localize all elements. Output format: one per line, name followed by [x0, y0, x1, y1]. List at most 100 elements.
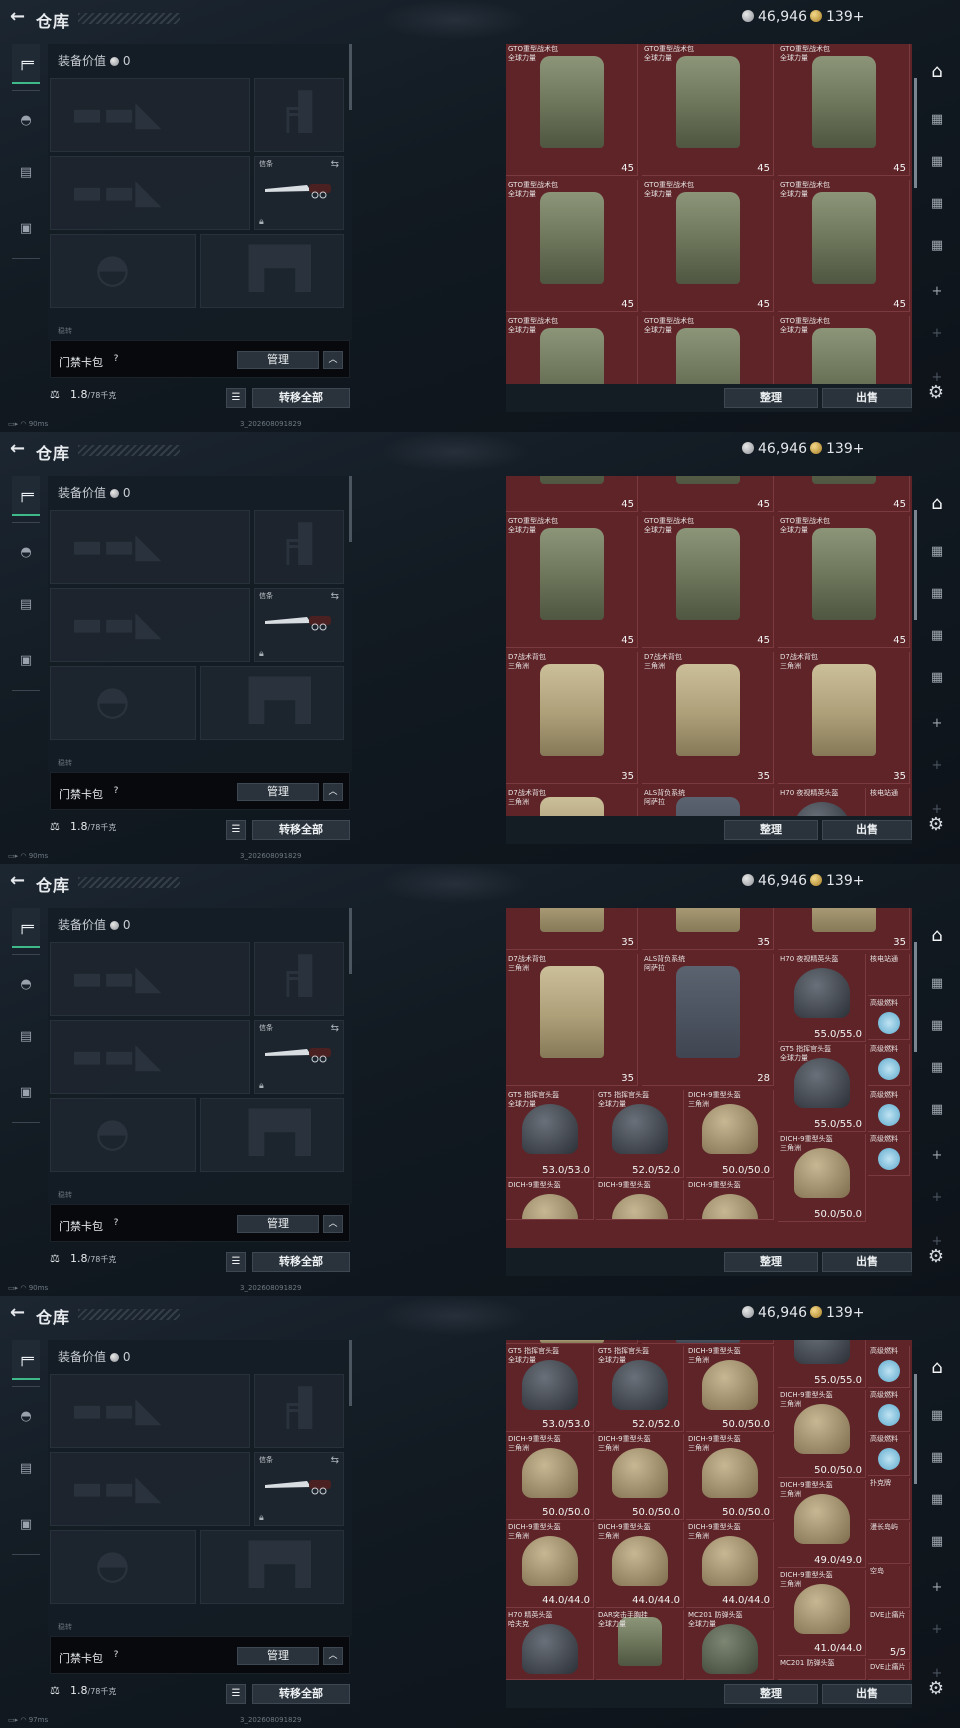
stash-item[interactable]: 35 — [506, 1340, 638, 1344]
stash-scrollbar[interactable] — [914, 942, 917, 1052]
stash-item[interactable]: 45 — [642, 476, 774, 512]
manage-button[interactable]: 管理 — [237, 783, 319, 801]
stash-item[interactable]: 高级燃料 — [868, 1390, 910, 1432]
stash-page-icon[interactable]: ▦ — [924, 1486, 950, 1512]
manage-button[interactable]: 管理 — [237, 1215, 319, 1233]
stash-item[interactable]: D7战术背包 三角洲 — [506, 788, 638, 816]
stash-page-icon[interactable]: ▦ — [924, 1096, 950, 1122]
stash-page-icon[interactable]: ▦ — [924, 232, 950, 258]
transfer-all-button[interactable]: 转移全部 — [252, 388, 350, 408]
primary-weapon-slot[interactable]: ▬▬◣ — [50, 510, 250, 584]
equipment-scrollbar[interactable] — [349, 908, 352, 974]
primary-weapon-slot[interactable]: ▬▬◣ — [50, 942, 250, 1016]
add-page-icon[interactable]: + — [924, 1616, 950, 1642]
add-gold-button[interactable]: + — [853, 441, 865, 457]
helmet-slot[interactable]: ◓ — [50, 1098, 196, 1172]
sell-button[interactable]: 出售 — [822, 388, 912, 408]
stash-item[interactable]: 45 — [778, 476, 910, 512]
stash-item[interactable]: 55.0/55.0 — [778, 1340, 866, 1388]
stash-item[interactable]: GTO重型战术包 全球力量 45 — [778, 180, 910, 312]
stash-item[interactable]: GT5 指挥官头盔 全球力量 53.0/53.0 — [506, 1346, 594, 1432]
add-page-icon[interactable]: + — [924, 320, 950, 346]
settings-gear-icon[interactable]: ⚙︎ — [924, 1244, 948, 1268]
melee-slot[interactable]: 信条 ⇆ 🔒︎ — [254, 156, 344, 230]
add-page-icon[interactable]: + — [924, 278, 950, 304]
stash-item[interactable]: DICH-9重型头盔 — [596, 1180, 684, 1220]
collapse-chevron-icon[interactable]: ︿ — [323, 351, 343, 369]
armor-slot[interactable]: ▛▜ — [200, 666, 344, 740]
stash-item[interactable]: GTO重型战术包 全球力量 45 — [506, 44, 638, 176]
add-gold-button[interactable]: + — [853, 873, 865, 889]
stash-grid[interactable]: 35 35 35 D7战术背包 三角洲 35 ALS背负系统 阿萨拉 28 H70 夜视精英头… — [506, 908, 912, 1248]
stash-item[interactable]: DICH-9重型头盔 三角洲 44.0/44.0 — [686, 1522, 774, 1608]
armor-tab[interactable]: ◓ — [12, 532, 40, 572]
stash-item[interactable]: GT5 指挥官头盔 全球力量 52.0/52.0 — [596, 1346, 684, 1432]
armor-tab[interactable]: ◓ — [12, 100, 40, 140]
stash-page-icon[interactable]: ▦ — [924, 1054, 950, 1080]
secondary-weapon-slot[interactable]: ▬▬◣ — [50, 156, 250, 230]
collapse-chevron-icon[interactable]: ︿ — [323, 1647, 343, 1665]
add-page-icon[interactable]: + — [924, 1184, 950, 1210]
stash-item[interactable]: 漫长岛屿 — [868, 1522, 910, 1564]
stash-item[interactable]: GTO重型战术包 全球力量 45 — [642, 180, 774, 312]
stash-item[interactable]: H70 精英头盔 哈夫克 — [506, 1610, 594, 1680]
stash-item[interactable]: 高级燃料 — [868, 1434, 910, 1476]
sort-button[interactable]: 整理 — [724, 1252, 818, 1272]
secondary-weapon-slot[interactable]: ▬▬◣ — [50, 1452, 250, 1526]
help-icon[interactable]: ? — [109, 1216, 123, 1230]
stash-scrollbar[interactable] — [914, 1374, 917, 1484]
stash-item[interactable]: DICH-9重型头盔 三角洲 44.0/44.0 — [596, 1522, 684, 1608]
stash-item[interactable]: GT5 指挥官头盔 全球力量 53.0/53.0 — [506, 1090, 594, 1178]
armor-slot[interactable]: ▛▜ — [200, 1530, 344, 1604]
gold-currency[interactable]: 139+ — [810, 441, 864, 457]
settings-gear-icon[interactable]: ⚙︎ — [924, 812, 948, 836]
swap-icon[interactable]: ⇆ — [331, 591, 339, 602]
stash-item[interactable]: DICH-9重型头盔 三角洲 50.0/50.0 — [506, 1434, 594, 1520]
stash-page-icon[interactable]: ▦ — [924, 106, 950, 132]
stash-item[interactable]: GTO重型战术包 全球力量 — [642, 316, 774, 384]
helmet-slot[interactable]: ◓ — [50, 1530, 196, 1604]
tasks-tab[interactable]: ▤ — [12, 152, 40, 192]
stash-page-icon[interactable]: ▦ — [924, 148, 950, 174]
vault-icon[interactable]: ⌂ — [924, 490, 950, 516]
settings-gear-icon[interactable]: ⚙︎ — [924, 1676, 948, 1700]
tasks-tab[interactable]: ▤ — [12, 1448, 40, 1488]
sort-button[interactable]: 整理 — [724, 388, 818, 408]
armor-slot[interactable]: ▛▜ — [200, 1098, 344, 1172]
sell-button[interactable]: 出售 — [822, 1684, 912, 1704]
stash-item[interactable]: GTO重型战术包 全球力量 45 — [778, 516, 910, 648]
stash-item[interactable]: 核电站通 — [868, 788, 910, 816]
stash-item[interactable]: 高级燃料 — [868, 1346, 910, 1388]
stash-scrollbar[interactable] — [914, 78, 917, 188]
stash-item[interactable]: 扑克牌 — [868, 1478, 910, 1520]
stash-grid[interactable]: 45 45 45 GTO重型战术包 全球力量 45 GTO重型战术包 全球力量 45 GTO重… — [506, 476, 912, 816]
back-arrow-icon[interactable]: ← — [10, 8, 26, 26]
weapon-tab[interactable]: ╒═ — [12, 44, 40, 84]
stash-item[interactable]: GTO重型战术包 全球力量 45 — [506, 516, 638, 648]
sell-button[interactable]: 出售 — [822, 820, 912, 840]
back-arrow-icon[interactable]: ← — [10, 440, 26, 458]
pistol-slot[interactable]: ╒▌ — [254, 510, 344, 584]
stash-item[interactable]: 空岛 — [868, 1566, 910, 1608]
list-icon[interactable]: ☰ — [226, 820, 246, 840]
stash-page-icon[interactable]: ▦ — [924, 190, 950, 216]
melee-slot[interactable]: 信条 ⇆ 🔒︎ — [254, 588, 344, 662]
transfer-all-button[interactable]: 转移全部 — [252, 820, 350, 840]
add-gold-button[interactable]: + — [853, 1305, 865, 1321]
armor-tab[interactable]: ◓ — [12, 964, 40, 1004]
helmet-slot[interactable]: ◓ — [50, 666, 196, 740]
armor-tab[interactable]: ◓ — [12, 1396, 40, 1436]
melee-slot[interactable]: 信条 ⇆ 🔒︎ — [254, 1452, 344, 1526]
stash-item[interactable]: 28 — [642, 1340, 774, 1344]
secondary-weapon-slot[interactable]: ▬▬◣ — [50, 1020, 250, 1094]
help-icon[interactable]: ? — [109, 784, 123, 798]
stash-item[interactable]: 35 — [778, 908, 910, 950]
case-tab[interactable]: ▣ — [12, 208, 40, 248]
stash-item[interactable]: DAR突击手胸挂 全球力量 — [596, 1610, 684, 1680]
sort-button[interactable]: 整理 — [724, 1684, 818, 1704]
stash-item[interactable]: GTO重型战术包 全球力量 — [506, 316, 638, 384]
stash-page-icon[interactable]: ▦ — [924, 1528, 950, 1554]
stash-item[interactable]: DICH-9重型头盔 三角洲 50.0/50.0 — [686, 1434, 774, 1520]
list-icon[interactable]: ☰ — [226, 1252, 246, 1272]
pistol-slot[interactable]: ╒▌ — [254, 78, 344, 152]
